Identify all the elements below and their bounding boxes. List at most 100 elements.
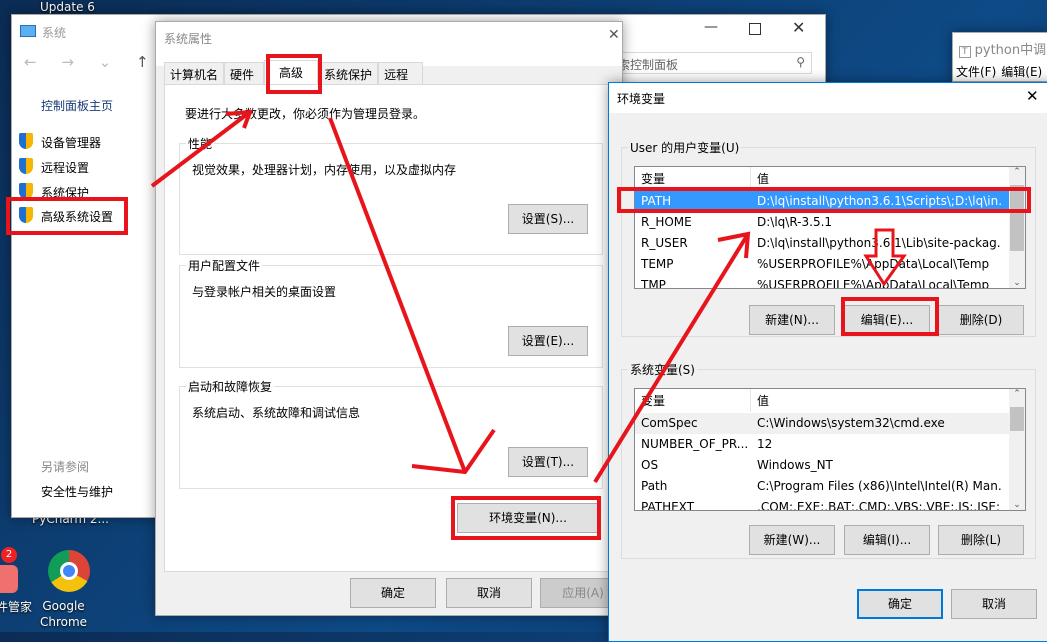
table-row[interactable]: PATH D:\lq\install\python3.6.1\Scripts\;D… bbox=[635, 191, 1025, 212]
notepad-icon: T bbox=[959, 46, 971, 58]
shield-icon bbox=[19, 207, 33, 223]
cancel-button[interactable]: 取消 bbox=[951, 589, 1037, 619]
notepad-title: python中调用 bbox=[974, 43, 1047, 58]
manager-icon[interactable] bbox=[0, 565, 18, 593]
environment-variables-button[interactable]: 环境变量(N)... bbox=[457, 503, 599, 533]
group-desc: 与登录帐户相关的桌面设置 bbox=[192, 285, 337, 299]
user-profiles-group: 用户配置文件 与登录帐户相关的桌面设置 设置(E)... bbox=[179, 257, 603, 368]
table-row[interactable]: Path C:\Program Files (x86)\Intel\Intel(R… bbox=[635, 476, 1025, 497]
variable-name: R_HOME bbox=[641, 215, 692, 229]
performance-settings-button[interactable]: 设置(S)... bbox=[508, 204, 588, 234]
link-security-maintenance[interactable]: 安全性与维护 bbox=[41, 483, 113, 500]
close-button[interactable]: ✕ bbox=[792, 18, 805, 37]
close-button[interactable]: ✕ bbox=[1026, 87, 1039, 105]
shield-icon bbox=[19, 133, 33, 149]
maximize-button[interactable] bbox=[749, 23, 761, 35]
variable-value: Windows_NT bbox=[757, 458, 833, 472]
scrollbar[interactable]: ⌃ ⌄ bbox=[1009, 389, 1025, 510]
link-advanced-settings[interactable]: 高级系统设置 bbox=[41, 208, 113, 225]
system-new-button[interactable]: 新建(W)... bbox=[749, 525, 835, 555]
ok-button[interactable]: 确定 bbox=[857, 589, 943, 619]
system-edit-button[interactable]: 编辑(I)... bbox=[844, 525, 930, 555]
variable-name: Path bbox=[641, 479, 668, 493]
startup-settings-button[interactable]: 设置(T)... bbox=[508, 447, 588, 477]
variable-name: TMP bbox=[641, 278, 666, 289]
search-input[interactable]: 搜索控制面板 ⚲ bbox=[602, 52, 812, 74]
scrollbar[interactable]: ⌃ ⌄ bbox=[1009, 167, 1025, 288]
variable-name: PATH bbox=[641, 194, 672, 208]
variable-value: 12 bbox=[757, 437, 773, 451]
cancel-button[interactable]: 取消 bbox=[446, 578, 532, 608]
variable-name: R_USER bbox=[641, 236, 688, 250]
variable-value: D:\lq\R-3.5.1 bbox=[757, 215, 833, 229]
tab-advanced[interactable]: 高级 bbox=[264, 60, 319, 87]
close-button[interactable]: ✕ bbox=[608, 27, 620, 43]
table-row[interactable]: R_HOME D:\lq\R-3.5.1 bbox=[635, 212, 1025, 233]
see-also-label: 另请参阅 bbox=[41, 460, 90, 474]
variable-value: %USERPROFILE%\AppData\Local\Temp bbox=[757, 278, 990, 289]
user-vars-list[interactable]: 变量值 PATH D:\lq\install\python3.6.1\Script… bbox=[634, 166, 1026, 289]
table-row[interactable]: R_USER D:\lq\install\python3.6.1\Lib\site… bbox=[635, 233, 1025, 254]
notepad-window[interactable]: T python中调用 文件(F) 编辑(E) bbox=[952, 32, 1047, 82]
minimize-button[interactable]: — bbox=[704, 19, 718, 35]
environment-variables-dialog: 环境变量 ✕ User 的用户变量(U) 变量值 PATH D:\lq\insta… bbox=[608, 82, 1047, 642]
variable-value: D:\lq\install\python3.6.1\Scripts\;D:\lq… bbox=[757, 194, 1001, 208]
search-icon: ⚲ bbox=[796, 55, 805, 69]
group-label: 性能 bbox=[186, 135, 215, 152]
system-properties-dialog: 系统属性 ✕ 计算机名 硬件 高级 系统保护 远程 要进行大多数更改，你必须作为… bbox=[155, 21, 626, 616]
user-delete-button[interactable]: 删除(D) bbox=[938, 305, 1024, 335]
variable-value: .COM;.EXE;.BAT;.CMD;.VBS;.VBE;.JS;.JSE;.… bbox=[757, 500, 1001, 511]
desktop-label-update: Update 6 bbox=[40, 0, 95, 14]
list-header: 变量值 bbox=[635, 389, 1025, 413]
ok-button[interactable]: 确定 bbox=[350, 578, 436, 608]
nav-buttons[interactable]: ← → ⌄ ↑ bbox=[24, 53, 159, 71]
system-vars-list[interactable]: 变量值 ComSpec C:\Windows\system32\cmd.exe NU… bbox=[634, 388, 1026, 511]
table-row[interactable]: NUMBER_OF_PR... 12 bbox=[635, 434, 1025, 455]
user-new-button[interactable]: 新建(N)... bbox=[749, 305, 835, 335]
group-label: 用户配置文件 bbox=[186, 257, 263, 274]
menu-edit[interactable]: 编辑(E) bbox=[1001, 64, 1042, 80]
window-title: 系统 bbox=[42, 26, 67, 40]
column-value[interactable]: 值 bbox=[751, 389, 769, 412]
table-row[interactable]: OS Windows_NT bbox=[635, 455, 1025, 476]
variable-value: C:\Windows\system32\cmd.exe bbox=[757, 416, 945, 430]
table-row[interactable]: TMP %USERPROFILE%\AppData\Local\Temp bbox=[635, 275, 1025, 289]
shield-icon bbox=[19, 183, 33, 199]
dialog-title: 系统属性 bbox=[164, 32, 213, 46]
desktop-chrome-label[interactable]: Google Chrome bbox=[40, 598, 87, 630]
menu-file[interactable]: 文件(F) bbox=[956, 64, 996, 80]
variable-value: %USERPROFILE%\AppData\Local\Temp bbox=[757, 257, 990, 271]
link-device-manager[interactable]: 设备管理器 bbox=[41, 134, 101, 151]
variable-name: PATHEXT bbox=[641, 500, 695, 511]
table-row[interactable]: ComSpec C:\Windows\system32\cmd.exe bbox=[635, 413, 1025, 434]
variable-name: TEMP bbox=[641, 257, 674, 271]
variable-value: C:\Program Files (x86)\Intel\Intel(R) Ma… bbox=[757, 479, 1001, 493]
link-system-protection[interactable]: 系统保护 bbox=[41, 184, 89, 201]
link-remote-settings[interactable]: 远程设置 bbox=[41, 159, 89, 176]
tab-panel: 要进行大多数更改，你必须作为管理员登录。 性能 视觉效果，处理器计划，内存使用，… bbox=[164, 84, 614, 572]
table-row[interactable]: PATHEXT .COM;.EXE;.BAT;.CMD;.VBS;.VBE;.JS… bbox=[635, 497, 1025, 511]
desktop-manager-label[interactable]: 件管家 bbox=[0, 598, 32, 615]
user-edit-button[interactable]: 编辑(E)... bbox=[844, 305, 930, 335]
variable-name: ComSpec bbox=[641, 416, 698, 430]
performance-group: 性能 视觉效果，处理器计划，内存使用，以及虚拟内存 设置(S)... bbox=[179, 135, 603, 255]
group-label: 启动和故障恢复 bbox=[186, 378, 275, 395]
group-label: User 的用户变量(U) bbox=[628, 139, 742, 156]
computer-icon bbox=[20, 25, 36, 37]
dialog-title: 环境变量 bbox=[617, 92, 666, 106]
startup-recovery-group: 启动和故障恢复 系统启动、系统故障和调试信息 设置(T)... bbox=[179, 378, 603, 489]
table-row[interactable]: TEMP %USERPROFILE%\AppData\Local\Temp bbox=[635, 254, 1025, 275]
control-panel-home-link[interactable]: 控制面板主页 bbox=[41, 97, 113, 114]
shield-icon bbox=[19, 158, 33, 174]
user-profiles-settings-button[interactable]: 设置(E)... bbox=[508, 326, 588, 356]
chrome-icon[interactable] bbox=[48, 550, 90, 592]
column-value[interactable]: 值 bbox=[751, 167, 769, 190]
admin-note: 要进行大多数更改，你必须作为管理员登录。 bbox=[185, 107, 426, 121]
variable-name: OS bbox=[641, 458, 659, 472]
group-desc: 系统启动、系统故障和调试信息 bbox=[192, 406, 361, 420]
group-label: 系统变量(S) bbox=[628, 361, 697, 378]
column-variable[interactable]: 变量 bbox=[635, 389, 751, 412]
list-header: 变量值 bbox=[635, 167, 1025, 191]
system-delete-button[interactable]: 删除(L) bbox=[938, 525, 1024, 555]
column-variable[interactable]: 变量 bbox=[635, 167, 751, 190]
